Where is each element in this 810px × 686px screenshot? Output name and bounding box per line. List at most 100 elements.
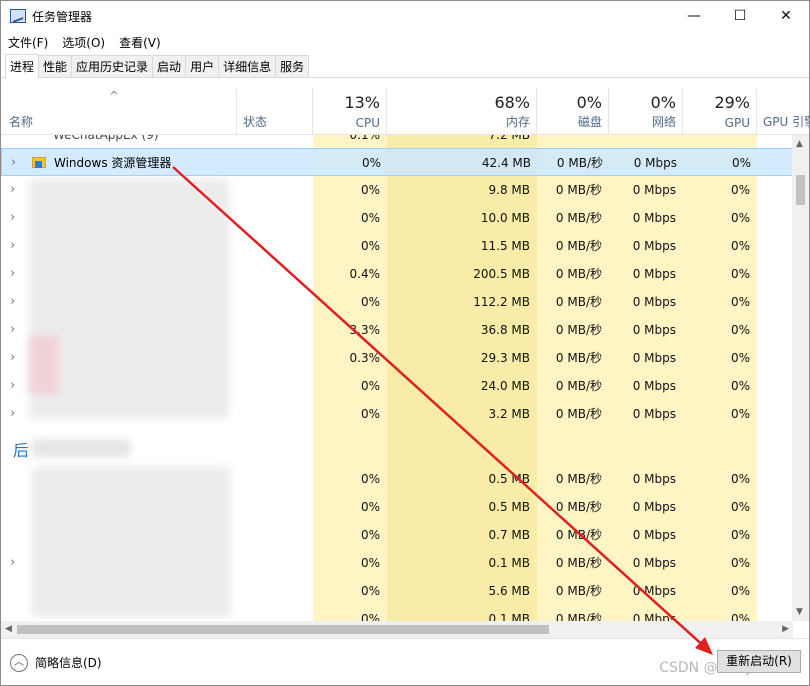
menu-file[interactable]: 文件(F)	[1, 34, 55, 51]
col-status[interactable]: 状态	[237, 89, 313, 135]
expand-chevron-icon[interactable]: ›	[10, 288, 15, 316]
col-cpu[interactable]: 13% CPU	[313, 89, 387, 135]
collapse-up-icon[interactable]: ︿	[10, 654, 28, 672]
col-status-label: 状态	[243, 115, 268, 129]
cell-gpu: 0%	[730, 612, 750, 621]
expand-chevron-icon[interactable]: ›	[10, 176, 15, 204]
vertical-scrollbar[interactable]: ▲ ▼	[792, 135, 809, 621]
cell-mem: 24.0 MB	[480, 379, 530, 393]
cell-gpu: 0%	[730, 267, 750, 281]
cell-net: 0 Mbps	[632, 379, 676, 393]
partial-process-name: WeChatAppEx (9)	[53, 135, 159, 142]
col-memory-label: 内存	[505, 115, 530, 129]
close-button[interactable]: ✕	[763, 1, 809, 31]
tab-processes[interactable]: 进程	[5, 54, 40, 78]
explorer-folder-icon	[32, 157, 46, 168]
cell-gpu: 0%	[730, 584, 750, 598]
cell-net: 0 Mbps	[632, 267, 676, 281]
tab-startup[interactable]: 启动	[152, 55, 187, 77]
col-name[interactable]: ^ 名称	[1, 89, 237, 135]
col-name-label: 名称	[9, 115, 34, 129]
process-name: Windows 资源管理器	[54, 156, 172, 170]
col-network-label: 网络	[651, 115, 676, 129]
process-row-partial[interactable]: WeChatAppEx (9) 0.1% 7.2 MB	[1, 135, 793, 149]
minimize-button[interactable]: —	[671, 1, 717, 31]
maximize-button[interactable]: ☐	[717, 1, 763, 31]
cell-gpu: 0%	[730, 407, 750, 421]
horizontal-scrollbar[interactable]: ◀ ▶	[1, 621, 793, 638]
tab-services[interactable]: 服务	[275, 55, 310, 77]
cell-mem: 11.5 MB	[480, 239, 530, 253]
process-row-explorer[interactable]: › Windows 资源管理器 0% 42.4 MB 0 MB/秒 0 Mbps…	[1, 148, 793, 176]
cell-disk: 0 MB/秒	[555, 183, 602, 197]
cell-gpu: 0%	[730, 556, 750, 570]
expand-chevron-icon[interactable]: ›	[10, 344, 15, 372]
cell-mem: 112.2 MB	[473, 295, 530, 309]
expand-chevron-icon[interactable]: ›	[10, 316, 15, 344]
restart-button[interactable]: 重新启动(R)	[717, 650, 801, 673]
tab-app-history[interactable]: 应用历史记录	[71, 55, 154, 77]
less-details-link[interactable]: 简略信息(D)	[35, 654, 102, 671]
col-disk[interactable]: 0% 磁盘	[537, 89, 609, 135]
cell-mem: 36.8 MB	[480, 323, 530, 337]
horizontal-scroll-thumb[interactable]	[17, 625, 549, 634]
cell-mem: 0.1 MB	[488, 612, 530, 621]
cell-cpu: 0%	[360, 183, 380, 197]
col-gpu[interactable]: 29% GPU	[683, 89, 757, 135]
scroll-down-icon[interactable]: ▼	[796, 607, 803, 617]
cell-cpu: 3.3%	[349, 323, 381, 337]
cell-disk: 0 MB/秒	[555, 407, 602, 421]
expand-chevron-icon[interactable]: ›	[10, 204, 15, 232]
cell-cpu: 0%	[361, 156, 381, 170]
vertical-scroll-thumb[interactable]	[796, 175, 805, 205]
status-bar: ︿ 简略信息(D) CSDN @unity工具人 重新启动(R)	[1, 638, 809, 685]
tab-performance[interactable]: 性能	[38, 55, 73, 77]
expand-chevron-icon[interactable]: ›	[10, 260, 15, 288]
scroll-right-icon[interactable]: ▶	[782, 624, 789, 634]
menu-bar: 文件(F) 选项(O) 查看(V)	[1, 31, 168, 53]
expand-chevron-icon[interactable]: ›	[10, 549, 15, 577]
col-gpu-engine[interactable]: GPU 引擎	[757, 89, 809, 135]
tab-users[interactable]: 用户	[185, 55, 220, 77]
title-bar[interactable]: 任务管理器 — ☐ ✕	[1, 1, 809, 31]
cell-cpu: 0%	[360, 211, 380, 225]
cell-cpu: 0%	[360, 612, 380, 621]
cell-net: 0 Mbps	[632, 295, 676, 309]
network-total: 0%	[650, 93, 676, 112]
scroll-left-icon[interactable]: ◀	[5, 624, 12, 634]
col-network[interactable]: 0% 网络	[609, 89, 683, 135]
scroll-up-icon[interactable]: ▲	[796, 139, 803, 149]
menu-options[interactable]: 选项(O)	[55, 34, 112, 51]
tab-details[interactable]: 详细信息	[218, 55, 277, 77]
cell-cpu: 0%	[360, 407, 380, 421]
cell-net: 0 Mbps	[632, 211, 676, 225]
cell-mem: 0.5 MB	[488, 500, 530, 514]
cell-cpu: 0%	[360, 556, 380, 570]
cell-cpu: 0.3%	[349, 351, 381, 365]
cell-net: 0 Mbps	[632, 556, 676, 570]
cell-gpu: 0%	[730, 183, 750, 197]
cell-gpu: 0%	[730, 379, 750, 393]
cell-mem: 29.3 MB	[480, 351, 530, 365]
cell-disk: 0 MB/秒	[555, 500, 602, 514]
cell-gpu: 0%	[730, 472, 750, 486]
cell-disk: 0 MB/秒	[555, 556, 602, 570]
expand-chevron-icon[interactable]: ›	[10, 232, 15, 260]
cell-disk: 0 MB/秒	[555, 267, 602, 281]
expand-chevron-icon[interactable]: ›	[10, 400, 15, 428]
menu-view[interactable]: 查看(V)	[112, 34, 168, 51]
cell-mem: 5.6 MB	[488, 584, 530, 598]
cell-net: 0 Mbps	[632, 612, 676, 621]
cell-gpu: 0%	[731, 156, 751, 170]
cell-net: 0 Mbps	[632, 323, 676, 337]
expand-chevron-icon[interactable]: ›	[11, 149, 16, 177]
cell-gpu: 0%	[730, 351, 750, 365]
col-memory[interactable]: 68% 内存	[387, 89, 537, 135]
cell-cpu: 0%	[360, 500, 380, 514]
cell-disk: 0 MB/秒	[555, 239, 602, 253]
cell-disk: 0 MB/秒	[555, 612, 602, 621]
cell-gpu: 0%	[730, 211, 750, 225]
expand-chevron-icon[interactable]: ›	[10, 372, 15, 400]
cell-gpu: 0%	[730, 323, 750, 337]
cell-mem: 200.5 MB	[473, 267, 530, 281]
